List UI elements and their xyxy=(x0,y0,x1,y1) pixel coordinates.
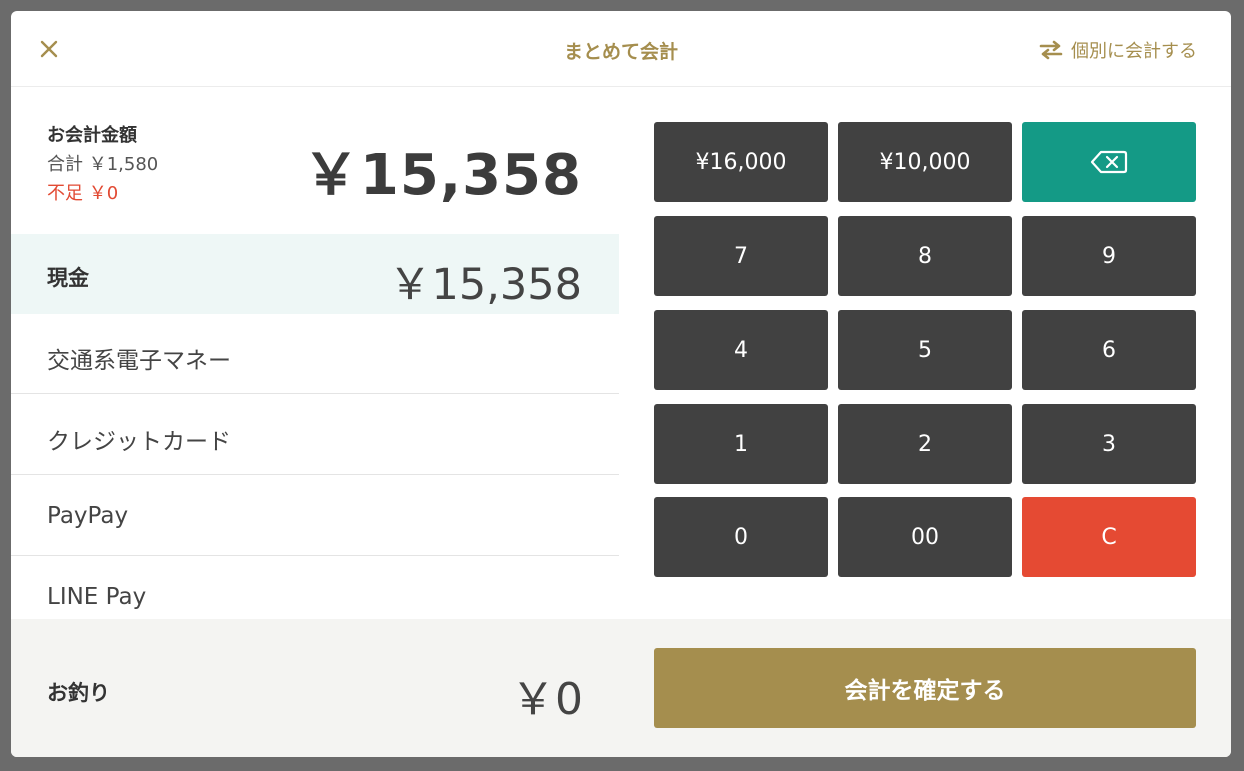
amount-label: お会計金額 xyxy=(47,125,137,146)
split-payment-button[interactable]: 個別に会計する xyxy=(1039,37,1197,63)
method-line-pay[interactable]: LINE Pay xyxy=(11,557,619,619)
method-credit-card[interactable]: クレジットカード xyxy=(11,395,619,475)
subtotal-text: 合計 ￥1,580 xyxy=(47,154,159,175)
split-payment-label: 個別に会計する xyxy=(1071,41,1197,62)
key-7[interactable]: 7 xyxy=(654,216,828,296)
key-3[interactable]: 3 xyxy=(1022,404,1196,484)
key-6[interactable]: 6 xyxy=(1022,310,1196,390)
quick-amount-16000-button[interactable]: ¥16,000 xyxy=(654,122,828,202)
method-label: LINE Pay xyxy=(47,584,147,610)
method-label: 現金 xyxy=(47,266,89,290)
key-4[interactable]: 4 xyxy=(654,310,828,390)
method-paypay[interactable]: PayPay xyxy=(11,476,619,556)
modal-header: まとめて会計 個別に会計する xyxy=(11,11,1231,87)
payment-method-list: 現金 ￥15,358 交通系電子マネー クレジットカード PayPay LINE… xyxy=(11,234,619,619)
checkout-modal: まとめて会計 個別に会計する お会計金額 合計 ￥1,580 不足 ￥0 ￥15… xyxy=(11,11,1231,757)
key-1[interactable]: 1 xyxy=(654,404,828,484)
method-label: クレジットカード xyxy=(47,429,231,455)
shortage-text: 不足 ￥0 xyxy=(47,183,119,204)
key-9[interactable]: 9 xyxy=(1022,216,1196,296)
amount-summary: お会計金額 合計 ￥1,580 不足 ￥0 ￥15,358 xyxy=(11,88,619,234)
method-cash[interactable]: 現金 ￥15,358 xyxy=(11,234,619,314)
swap-arrows-icon xyxy=(1039,40,1063,60)
quick-amount-10000-button[interactable]: ¥10,000 xyxy=(838,122,1012,202)
backspace-icon xyxy=(1090,150,1128,174)
total-amount: ￥15,358 xyxy=(302,143,582,208)
footer-bar: お釣り ￥0 会計を確定する xyxy=(11,619,1231,757)
key-00[interactable]: 00 xyxy=(838,497,1012,577)
method-transit-emoney[interactable]: 交通系電子マネー xyxy=(11,314,619,394)
key-2[interactable]: 2 xyxy=(838,404,1012,484)
clear-button[interactable]: C xyxy=(1022,497,1196,577)
key-0[interactable]: 0 xyxy=(654,497,828,577)
key-8[interactable]: 8 xyxy=(838,216,1012,296)
method-label: PayPay xyxy=(47,503,129,529)
method-label: 交通系電子マネー xyxy=(47,348,231,374)
key-5[interactable]: 5 xyxy=(838,310,1012,390)
method-amount: ￥15,358 xyxy=(388,260,582,310)
confirm-payment-button[interactable]: 会計を確定する xyxy=(654,648,1196,728)
backspace-button[interactable] xyxy=(1022,122,1196,202)
change-amount: ￥0 xyxy=(511,674,583,725)
change-label: お釣り xyxy=(47,681,110,705)
